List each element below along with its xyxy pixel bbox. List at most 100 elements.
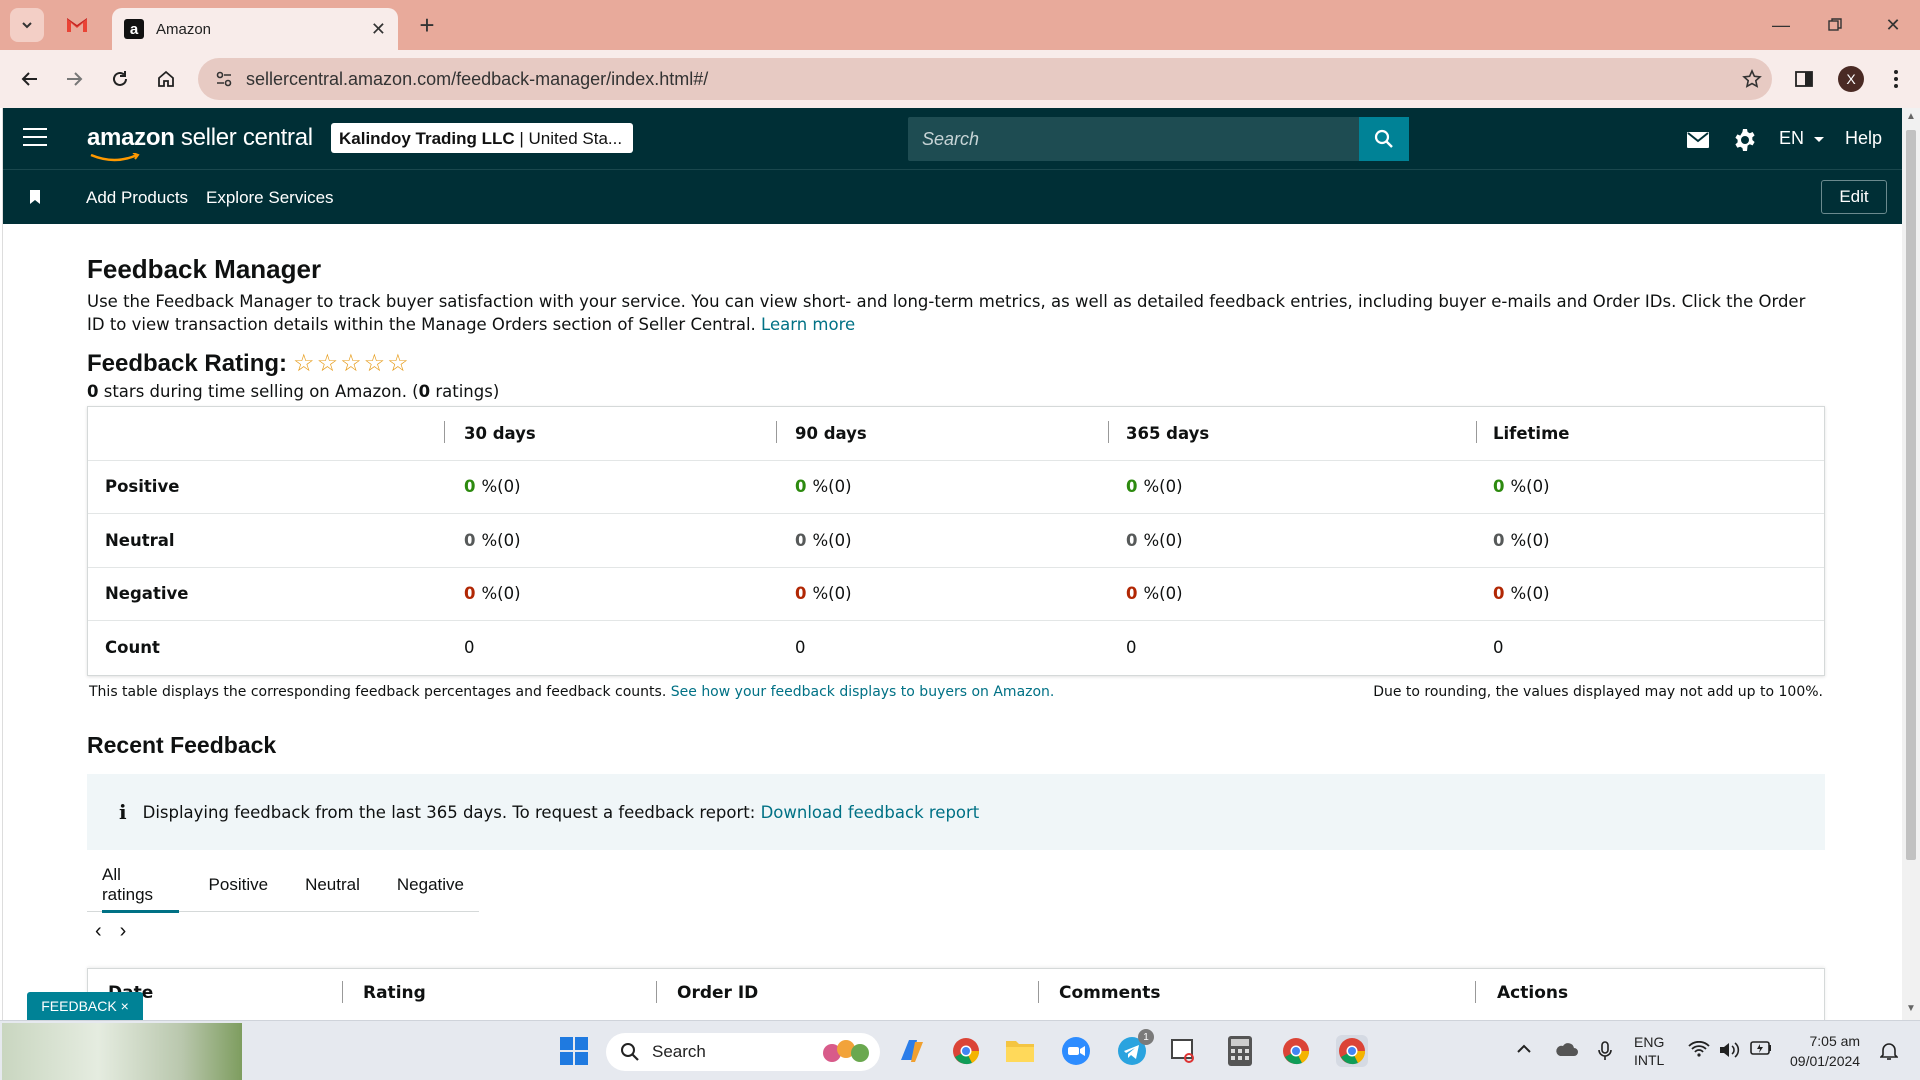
calculator-icon[interactable]: [1224, 1035, 1256, 1067]
start-button[interactable]: [558, 1035, 590, 1067]
feedback-widget-button[interactable]: FEEDBACK ×: [27, 992, 143, 1020]
metrics-count: %(0): [812, 477, 852, 497]
widgets-thumbnail[interactable]: [2, 1023, 242, 1080]
address-bar[interactable]: sellercentral.amazon.com/feedback-manage…: [198, 58, 1772, 100]
column-divider: [342, 981, 343, 1003]
metrics-row-label: Count: [105, 638, 160, 658]
metrics-value: 0: [1126, 530, 1138, 550]
download-feedback-report-link[interactable]: Download feedback report: [761, 803, 980, 822]
metrics-value: 0: [464, 477, 476, 497]
copilot-icon[interactable]: [896, 1035, 928, 1067]
battery-icon[interactable]: [1750, 1041, 1772, 1058]
scroll-down-icon[interactable]: ▼: [1906, 1004, 1916, 1014]
metrics-cell: 0: [1126, 621, 1137, 675]
reload-icon: [113, 71, 127, 86]
site-info-icon[interactable]: [206, 58, 242, 100]
amazon-smile-icon: [90, 153, 140, 162]
chevron-left-icon[interactable]: ‹: [95, 920, 102, 943]
zoom-icon[interactable]: [1060, 1035, 1092, 1067]
header-search-button[interactable]: [1359, 117, 1409, 161]
metrics-cell: 0 %(0): [795, 514, 852, 567]
profile-avatar[interactable]: X: [1838, 66, 1864, 92]
help-link[interactable]: Help: [1845, 128, 1882, 149]
search-icon: [1374, 129, 1393, 148]
explore-services-link[interactable]: Explore Services: [206, 188, 334, 208]
page-scrollbar[interactable]: ▲ ▼: [1902, 108, 1920, 1020]
telegram-icon[interactable]: 1: [1116, 1029, 1154, 1067]
metrics-cell: 0 %(0): [1493, 568, 1550, 621]
wifi-icon[interactable]: [1688, 1040, 1710, 1060]
metrics-cell: 0: [1493, 621, 1504, 675]
metrics-row-label: Negative: [105, 584, 189, 604]
side-panel-icon: [1795, 71, 1813, 87]
minimize-button[interactable]: —: [1766, 10, 1796, 40]
bookmark-icon[interactable]: [29, 190, 41, 209]
gmail-icon: [67, 18, 87, 32]
metrics-value: 0: [795, 530, 807, 550]
bookmark-star-icon[interactable]: [1732, 69, 1772, 89]
reload-button[interactable]: [104, 63, 136, 95]
metrics-count: %(0): [481, 530, 521, 550]
close-tab-icon[interactable]: ✕: [371, 19, 386, 40]
amazon-favicon-icon: a: [124, 19, 144, 39]
microphone-icon[interactable]: [1598, 1041, 1612, 1064]
new-tab-button[interactable]: +: [412, 10, 442, 40]
edit-bookmarks-button[interactable]: Edit: [1821, 180, 1887, 214]
forward-button[interactable]: [58, 63, 90, 95]
header-search-input[interactable]: Search: [908, 117, 1362, 161]
chrome-active-icon[interactable]: [1336, 1035, 1368, 1067]
tab-neutral[interactable]: Neutral: [283, 858, 375, 912]
chevron-down-icon: [22, 22, 32, 29]
gmail-tab[interactable]: [64, 12, 90, 38]
tab-amazon[interactable]: a Amazon ✕: [112, 8, 398, 50]
tab-negative[interactable]: Negative: [375, 858, 479, 912]
tab-positive[interactable]: Positive: [179, 858, 284, 912]
browser-menu-button[interactable]: [1880, 63, 1912, 95]
home-button[interactable]: [150, 63, 182, 95]
col-90-days: 90 days: [795, 423, 867, 443]
metrics-cell: 0 %(0): [464, 514, 521, 567]
messages-button[interactable]: [1684, 126, 1712, 154]
notifications-icon[interactable]: [1879, 1041, 1899, 1064]
chrome-profile-icon[interactable]: [950, 1035, 982, 1067]
chevron-right-icon[interactable]: ›: [120, 920, 127, 943]
file-explorer-icon[interactable]: [1004, 1035, 1036, 1067]
star-icon: ☆: [340, 350, 362, 377]
add-products-link[interactable]: Add Products: [86, 188, 188, 208]
recent-feedback-title: Recent Feedback: [87, 732, 277, 758]
tab-search-button[interactable]: [10, 8, 44, 42]
show-hidden-icons[interactable]: [1516, 1041, 1532, 1057]
onedrive-icon[interactable]: [1554, 1041, 1578, 1060]
seller-central-header: amazon seller central Kalindoy Trading L…: [3, 108, 1902, 169]
home-icon: [158, 70, 174, 87]
close-window-button[interactable]: ✕: [1878, 10, 1908, 40]
tab-all-ratings[interactable]: All ratings: [87, 858, 179, 913]
restore-button[interactable]: [1820, 10, 1850, 40]
volume-icon[interactable]: [1718, 1041, 1740, 1062]
language-bottom: INTL: [1634, 1052, 1665, 1068]
rating-count: 0: [418, 382, 431, 401]
logo-amazon-text: amazon: [87, 124, 175, 151]
star-icon: ☆: [387, 350, 409, 377]
windows-logo-icon: [560, 1037, 588, 1065]
chrome-icon[interactable]: [1280, 1035, 1312, 1067]
seller-central-logo[interactable]: amazon seller central: [87, 124, 313, 162]
column-divider: [1108, 421, 1109, 443]
back-button[interactable]: [14, 63, 46, 95]
feedback-display-link[interactable]: See how your feedback displays to buyers…: [671, 684, 1055, 700]
arrow-right-icon: [67, 72, 83, 86]
hamburger-menu-icon[interactable]: [23, 128, 47, 148]
scroll-up-icon[interactable]: ▲: [1906, 112, 1916, 122]
snipping-tool-icon[interactable]: [1168, 1035, 1200, 1067]
scrollbar-thumb[interactable]: [1906, 130, 1916, 860]
account-switcher[interactable]: Kalindoy Trading LLC | United Sta...: [331, 123, 633, 153]
system-clock[interactable]: 7:05 am 09/01/2024: [1790, 1031, 1860, 1071]
metrics-value: 0: [1493, 477, 1505, 497]
input-language[interactable]: ENG INTL: [1634, 1033, 1664, 1069]
learn-more-link[interactable]: Learn more: [761, 315, 855, 334]
side-panel-button[interactable]: [1788, 63, 1820, 95]
arrow-left-icon: [21, 72, 37, 86]
settings-button[interactable]: [1731, 126, 1759, 154]
language-selector[interactable]: EN: [1779, 128, 1825, 149]
taskbar-search[interactable]: Search: [606, 1033, 880, 1071]
